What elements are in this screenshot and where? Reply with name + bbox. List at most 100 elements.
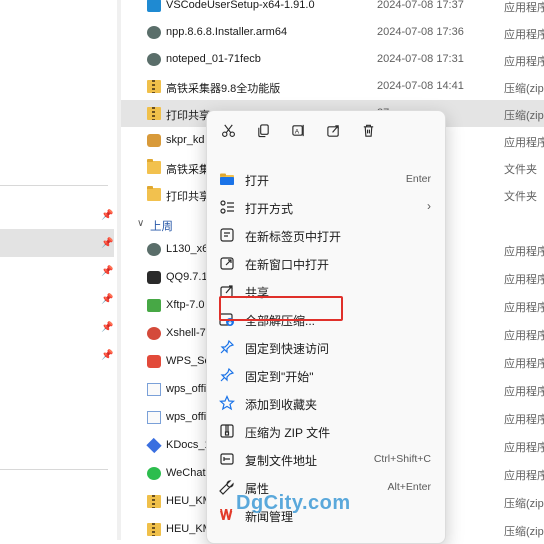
file-type: 应用程序 — [504, 358, 544, 370]
file-name: KDocs_1 — [166, 439, 211, 451]
menu-item-shortcut: Ctrl+Shift+C — [373, 453, 431, 465]
menu-item-label: 在新窗口中打开 — [245, 258, 330, 272]
file-name: Xshell-7 — [166, 327, 206, 339]
document-icon — [147, 383, 161, 396]
pin-start-icon — [219, 367, 235, 383]
wps-icon — [147, 355, 161, 368]
menu-item[interactable]: 添加到收藏夹 — [211, 389, 441, 417]
zip-folder-icon — [147, 523, 161, 536]
open-with-icon — [219, 199, 235, 215]
file-type: 应用程序 — [504, 414, 544, 426]
menu-item-label: 固定到快速访问 — [245, 342, 330, 356]
pin-icon — [219, 339, 235, 355]
file-type: 应用程序 — [504, 274, 544, 286]
file-type: 应用程序 — [504, 470, 544, 482]
installer-icon — [147, 243, 161, 256]
file-name: wps_offi — [166, 383, 207, 395]
file-name: npp.8.6.8.Installer.arm64 — [166, 26, 288, 38]
xftp-icon — [147, 299, 161, 312]
file-type: 应用程序 — [504, 56, 544, 68]
chevron-down-icon: ∨ — [137, 218, 145, 229]
star-icon — [218, 395, 236, 411]
file-type: 应用程序 — [504, 442, 544, 454]
pin-icon[interactable]: 📌 — [101, 322, 113, 334]
installer-icon — [147, 26, 161, 39]
zip-icon — [219, 423, 235, 439]
menu-item-shortcut: Alt+Enter — [387, 481, 431, 493]
menu-item[interactable]: 在新标签页中打开 — [211, 221, 441, 249]
file-row[interactable]: npp.8.6.8.Installer.arm64 2024-07-08 17:3… — [121, 19, 544, 46]
file-name: VSCodeUserSetup-x64-1.91.0 — [166, 0, 315, 11]
folder-icon — [147, 186, 161, 201]
cut-icon[interactable] — [215, 117, 241, 143]
chevron-right-icon: › — [427, 199, 431, 213]
file-name: skpr_kd — [166, 134, 205, 146]
folder-icon — [147, 159, 161, 174]
file-name: HEU_KM — [166, 523, 212, 535]
file-row[interactable]: VSCodeUserSetup-x64-1.91.0 2024-07-08 17:… — [121, 0, 544, 19]
kdocs-icon — [146, 437, 162, 454]
nav-item-selected[interactable] — [0, 229, 114, 257]
file-type: 应用程序 — [504, 29, 544, 41]
file-name: 打印共享 — [166, 110, 210, 122]
file-type: 应用程序 — [504, 386, 544, 398]
pin-icon[interactable]: 📌 — [101, 350, 113, 362]
watermark-logo-icon: W — [220, 506, 233, 521]
rename-icon[interactable]: A — [285, 117, 311, 143]
highlight-box — [219, 296, 343, 321]
menu-item[interactable]: 打开方式 › — [211, 193, 441, 221]
qq-icon — [147, 271, 161, 284]
menu-item[interactable]: 复制文件地址 Ctrl+Shift+C — [211, 445, 441, 473]
file-type: 压缩(zip — [504, 83, 544, 95]
menu-item-label: 在新标签页中打开 — [245, 230, 342, 244]
file-name: WeChat — [166, 467, 206, 479]
new-tab-icon — [219, 227, 235, 243]
file-name: QQ9.7.1 — [166, 271, 208, 283]
pin-icon[interactable]: 📌 — [101, 210, 113, 222]
menu-item[interactable]: 打开 Enter — [211, 165, 441, 193]
menu-item-label: 打开 — [245, 174, 270, 188]
file-type: 应用程序 — [504, 2, 544, 14]
pin-icon[interactable]: 📌 — [101, 266, 113, 278]
file-date: 2024-07-08 17:37 — [377, 0, 464, 11]
file-type: 应用程序 — [504, 246, 544, 258]
file-row[interactable]: noteped_01-71fecb 2024-07-08 17:31 应用程序 — [121, 46, 544, 73]
zip-folder-icon — [147, 107, 161, 120]
copy-path-icon — [219, 451, 235, 467]
file-name: noteped_01-71fecb — [166, 53, 261, 65]
file-date: 2024-07-08 17:36 — [377, 26, 464, 38]
file-type: 压缩(zip — [504, 498, 544, 510]
installer-icon — [147, 53, 161, 66]
menu-item[interactable]: 压缩为 ZIP 文件 — [211, 417, 441, 445]
zip-folder-icon — [147, 80, 161, 93]
nav-divider — [0, 469, 108, 470]
file-date: 2024-07-08 17:31 — [377, 53, 464, 65]
menu-item-shortcut: Enter — [405, 173, 431, 185]
menu-item[interactable]: 固定到快速访问 — [211, 333, 441, 361]
delete-icon[interactable] — [355, 117, 381, 143]
menu-item-label: 压缩为 ZIP 文件 — [245, 426, 331, 440]
menu-item[interactable]: 固定到"开始" — [211, 361, 441, 389]
pin-icon[interactable]: 📌 — [101, 294, 113, 306]
menu-item[interactable]: 在新窗口中打开 — [211, 249, 441, 277]
copy-icon[interactable] — [250, 117, 276, 143]
shield-app-icon — [147, 134, 161, 147]
file-date: 2024-07-08 14:41 — [377, 80, 464, 92]
context-menu: A 打开 Enter 打开方式 › 在新标签页中打开 在新窗口中打开 共享 全部解压缩... 固… — [206, 110, 446, 544]
watermark: DgCity.com — [236, 492, 351, 514]
menu-item-label: 固定到"开始" — [245, 370, 314, 384]
file-type: 压缩(zip — [504, 110, 544, 122]
file-name: L130_x6 — [166, 243, 209, 255]
file-row[interactable]: 高铁采集器9.8全功能版 2024-07-08 14:41 压缩(zip — [121, 73, 544, 100]
share-icon[interactable] — [320, 117, 346, 143]
nav-divider — [0, 185, 108, 186]
file-name: 高铁采集 — [166, 164, 210, 176]
file-name: WPS_Se — [166, 355, 211, 367]
file-type: 应用程序 — [504, 330, 544, 342]
pin-icon[interactable]: 📌 — [101, 238, 113, 250]
properties-icon — [219, 479, 235, 495]
document-icon — [147, 411, 161, 424]
file-name: 打印共享 — [166, 191, 210, 203]
file-type: 应用程序 — [504, 302, 544, 314]
file-name: wps_offi — [166, 411, 207, 423]
